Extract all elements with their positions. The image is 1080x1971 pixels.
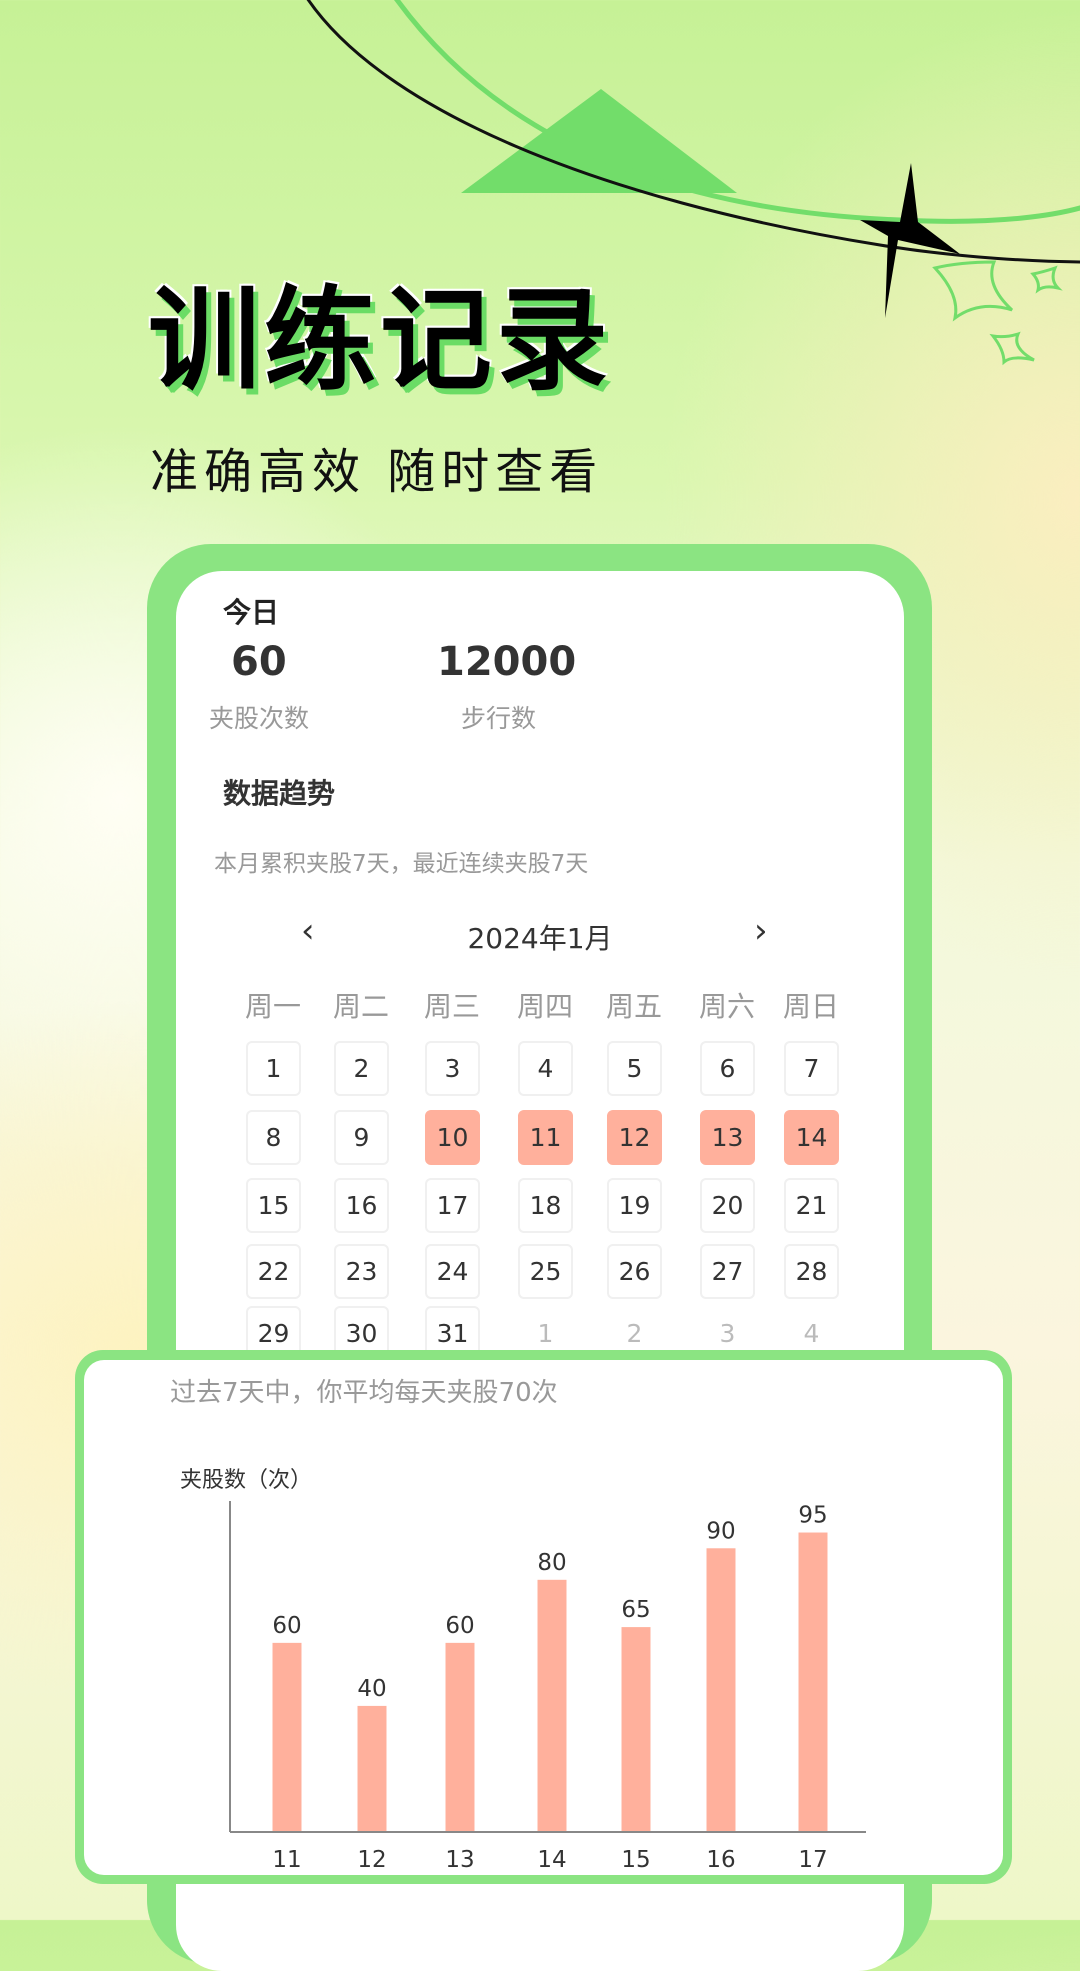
bar-chart: 60 11 40 12 60 13 80 14 65 15 90 16 95 17	[229, 1501, 866, 1873]
bar-value-label: 90	[706, 1518, 735, 1544]
calendar-day[interactable]: 6	[700, 1041, 755, 1096]
calendar-day[interactable]: 16	[334, 1178, 389, 1233]
green-sparkle-small-icon	[989, 331, 1035, 366]
calendar-day[interactable]: 13	[700, 1110, 755, 1165]
bar	[445, 1642, 475, 1832]
calendar-day[interactable]: 11	[518, 1110, 573, 1165]
x-tick-label: 14	[537, 1847, 566, 1873]
weekday-label: 周四	[516, 990, 574, 1023]
calendar-day[interactable]: 10	[425, 1110, 480, 1165]
clamp-count-value: 60	[231, 639, 287, 685]
calendar-day[interactable]: 14	[784, 1110, 839, 1165]
bar-value-label: 80	[537, 1550, 566, 1576]
calendar-day[interactable]: 27	[700, 1244, 755, 1299]
chart-card: 过去7天中，你平均每天夹股70次 夹股数（次） 60 11 40 12 60 13 80 14…	[84, 1360, 1003, 1875]
weekday-label: 周三	[423, 990, 481, 1023]
bar-value-label: 60	[445, 1613, 474, 1639]
green-sparkle-small-icon	[1030, 265, 1063, 294]
x-tick-label: 11	[272, 1847, 301, 1873]
calendar-month-title: 2024年1月	[467, 922, 613, 955]
calendar-day[interactable]: 28	[784, 1244, 839, 1299]
calendar-day[interactable]: 22	[246, 1244, 301, 1299]
next-month-button[interactable]: ›	[754, 911, 768, 951]
trend-summary: 本月累积夹股7天，最近连续夹股7天	[214, 851, 589, 877]
page-subtitle: 准确高效 随时查看	[150, 444, 604, 500]
page-title: 训练记录	[148, 276, 612, 406]
step-count-label: 步行数	[461, 704, 537, 733]
x-tick-label: 12	[357, 1847, 386, 1873]
calendar-day[interactable]: 24	[425, 1244, 480, 1299]
calendar-day[interactable]: 18	[518, 1178, 573, 1233]
weekday-label: 周一	[244, 990, 302, 1023]
calendar-day[interactable]: 3	[425, 1041, 480, 1096]
bar	[621, 1627, 651, 1832]
calendar-day[interactable]: 26	[607, 1244, 662, 1299]
bar	[357, 1705, 387, 1832]
calendar-day[interactable]: 5	[607, 1041, 662, 1096]
black-sparkle-icon	[860, 163, 960, 318]
bar	[706, 1548, 736, 1832]
calendar-day[interactable]: 8	[246, 1110, 301, 1165]
calendar-day[interactable]: 1	[246, 1041, 301, 1096]
weekday-label: 周日	[782, 990, 840, 1023]
x-tick-label: 17	[798, 1847, 827, 1873]
bar	[537, 1579, 567, 1832]
bar	[798, 1532, 828, 1832]
x-tick-label: 13	[445, 1847, 474, 1873]
calendar-day[interactable]: 7	[784, 1041, 839, 1096]
clamp-count-label: 夹股次数	[209, 704, 310, 733]
bar-value-label: 60	[272, 1613, 301, 1639]
calendar-day[interactable]: 9	[334, 1110, 389, 1165]
chevron-left-icon: ‹	[301, 911, 315, 951]
calendar-day[interactable]: 4	[518, 1041, 573, 1096]
green-sparkle-icon	[932, 260, 1014, 322]
weekday-label: 周五	[605, 990, 663, 1023]
bar-value-label: 40	[357, 1676, 386, 1702]
calendar-day[interactable]: 15	[246, 1178, 301, 1233]
step-count-value: 12000	[437, 639, 577, 685]
today-heading: 今日	[223, 596, 280, 629]
calendar-day[interactable]: 19	[607, 1178, 662, 1233]
x-tick-label: 15	[621, 1847, 650, 1873]
bar-value-label: 65	[621, 1597, 650, 1623]
calendar-day[interactable]: 23	[334, 1244, 389, 1299]
weekday-label: 周六	[698, 990, 756, 1023]
calendar-day[interactable]: 21	[784, 1178, 839, 1233]
x-tick-label: 16	[706, 1847, 735, 1873]
calendar-day[interactable]: 12	[607, 1110, 662, 1165]
bar	[272, 1642, 302, 1832]
trend-heading: 数据趋势	[223, 777, 336, 810]
bar-value-label: 95	[798, 1503, 827, 1529]
chevron-right-icon: ›	[754, 911, 768, 951]
calendar-day[interactable]: 25	[518, 1244, 573, 1299]
calendar-day[interactable]: 17	[425, 1178, 480, 1233]
calendar-day[interactable]: 20	[700, 1178, 755, 1233]
prev-month-button[interactable]: ‹	[301, 911, 315, 951]
calendar-day[interactable]: 2	[334, 1041, 389, 1096]
weekday-label: 周二	[332, 990, 390, 1023]
